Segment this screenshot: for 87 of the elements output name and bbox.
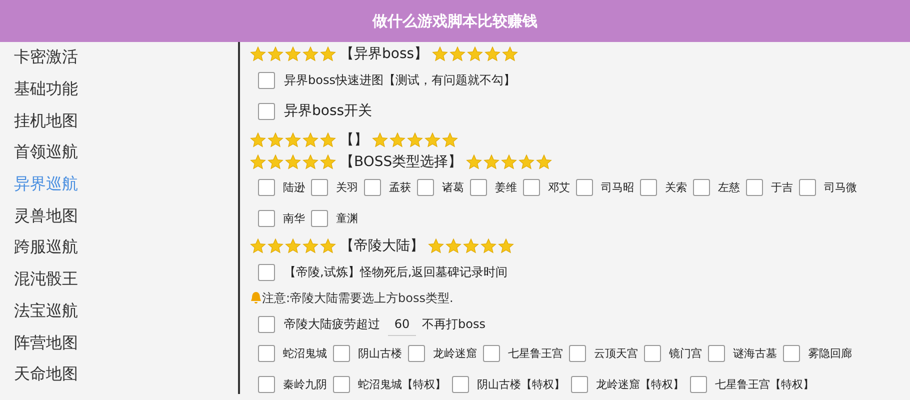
checkbox[interactable]	[258, 210, 275, 227]
checkbox-label: 镜门宫	[669, 346, 702, 361]
checkbox[interactable]	[690, 376, 707, 393]
checkbox-label: 秦岭九阴	[283, 377, 327, 392]
checkbox[interactable]	[693, 178, 710, 196]
checkbox[interactable]	[783, 345, 800, 362]
checkbox-label: 蛇沼鬼城【特权】	[358, 377, 446, 392]
checkbox-label: 七星鲁王宫【特权】	[715, 377, 814, 392]
checkbox-label: 姜维	[495, 180, 517, 195]
checkbox-label: 谜海古墓	[733, 346, 777, 361]
checkbox[interactable]	[452, 376, 469, 393]
checkbox-label: 异界boss开关	[284, 102, 372, 120]
checkbox-label: 蛇沼鬼城	[283, 346, 327, 361]
checkbox[interactable]	[470, 178, 487, 196]
number-field[interactable]: 60	[388, 312, 416, 336]
stars-icon	[250, 154, 336, 170]
checkbox[interactable]	[408, 345, 425, 362]
checkbox-label: 南华	[283, 210, 305, 226]
checkbox[interactable]	[258, 316, 275, 333]
checkbox[interactable]	[640, 178, 657, 196]
stars-icon	[250, 46, 336, 62]
section-title: 【帝陵大陆】	[340, 236, 424, 255]
sidebar-item[interactable]: 卡密激活	[0, 42, 238, 74]
checkbox-label: 左慈	[718, 180, 740, 195]
sidebar-item[interactable]: 灵兽地图	[0, 200, 238, 232]
checkbox-label: 陆逊	[283, 180, 305, 195]
checkbox-label: 阴山古楼	[358, 346, 402, 361]
sidebar-item[interactable]: 挂机地图	[0, 105, 238, 138]
checkbox-label: 帝陵大陆疲劳超过	[284, 316, 380, 333]
bell-icon	[250, 291, 262, 306]
stars-icon	[428, 238, 514, 254]
checkbox-label: 云顶天宫	[594, 346, 638, 361]
sidebar-item[interactable]: 首领巡航	[0, 137, 238, 169]
field-suffix: 不再打boss	[422, 316, 486, 333]
note-text: 注意:帝陵大陆需要选上方boss类型.	[262, 290, 454, 307]
sidebar-item[interactable]: 阵营地图	[0, 327, 238, 359]
sidebar-item[interactable]: 混沌骰王	[0, 264, 238, 296]
checkbox-label: 孟获	[389, 180, 411, 195]
checkbox-label: 龙岭迷窟【特权】	[596, 377, 684, 392]
checkbox-label: 七星鲁王宫	[508, 346, 563, 361]
checkbox-label: 于吉	[771, 180, 793, 195]
checkbox-label: 司马微	[824, 180, 857, 195]
checkbox-label: 关羽	[336, 180, 358, 195]
checkbox-label: 童渊	[336, 210, 358, 226]
section-title: 【】	[340, 131, 368, 150]
checkbox-label: 邓艾	[548, 180, 570, 195]
stars-icon	[250, 238, 336, 254]
checkbox[interactable]	[569, 345, 586, 362]
checkbox[interactable]	[258, 376, 275, 393]
checkbox[interactable]	[311, 178, 328, 196]
checkbox[interactable]	[483, 345, 500, 362]
checkbox-label: 诸葛	[442, 180, 464, 195]
checkbox[interactable]	[258, 345, 275, 362]
checkbox[interactable]	[799, 178, 816, 196]
checkbox[interactable]	[417, 178, 434, 196]
checkbox[interactable]	[523, 178, 540, 196]
checkbox[interactable]	[364, 178, 381, 196]
sidebar-item[interactable]: 基础功能	[0, 74, 238, 106]
checkbox[interactable]	[311, 210, 328, 227]
checkbox[interactable]	[746, 178, 763, 196]
section-title: 【异界boss】	[340, 44, 428, 63]
checkbox[interactable]	[333, 376, 350, 393]
checkbox-label: 司马昭	[601, 180, 634, 195]
stars-icon	[250, 132, 336, 148]
checkbox[interactable]	[644, 345, 661, 362]
checkbox[interactable]	[576, 178, 593, 196]
checkbox-label: 【帝陵,试炼】怪物死后,返回墓碑记录时间	[284, 264, 508, 281]
checkbox[interactable]	[258, 264, 275, 281]
checkbox[interactable]	[258, 72, 275, 89]
banner-title: 做什么游戏脚本比较赚钱	[372, 12, 538, 30]
checkbox-label: 雾隐回廊	[808, 346, 852, 361]
checkbox-label: 关索	[665, 180, 687, 195]
checkbox-label: 阴山古楼【特权】	[477, 377, 565, 392]
checkbox[interactable]	[708, 345, 725, 362]
stars-icon	[372, 132, 458, 148]
checkbox[interactable]	[258, 178, 275, 196]
checkbox-label: 龙岭迷窟	[433, 346, 477, 361]
checkbox[interactable]	[333, 345, 350, 362]
checkbox[interactable]	[571, 376, 588, 393]
stars-icon	[466, 154, 552, 170]
stars-icon	[432, 46, 518, 62]
checkbox[interactable]	[258, 102, 275, 120]
section-title: 【BOSS类型选择】	[340, 152, 462, 171]
checkbox-label: 异界boss快速进图【测试，有问题就不勾】	[284, 72, 516, 89]
sidebar-item[interactable]: 跨服巡航	[0, 232, 238, 264]
sidebar-item[interactable]: 法宝巡航	[0, 296, 238, 328]
sidebar-item[interactable]: 天命地图	[0, 358, 238, 391]
